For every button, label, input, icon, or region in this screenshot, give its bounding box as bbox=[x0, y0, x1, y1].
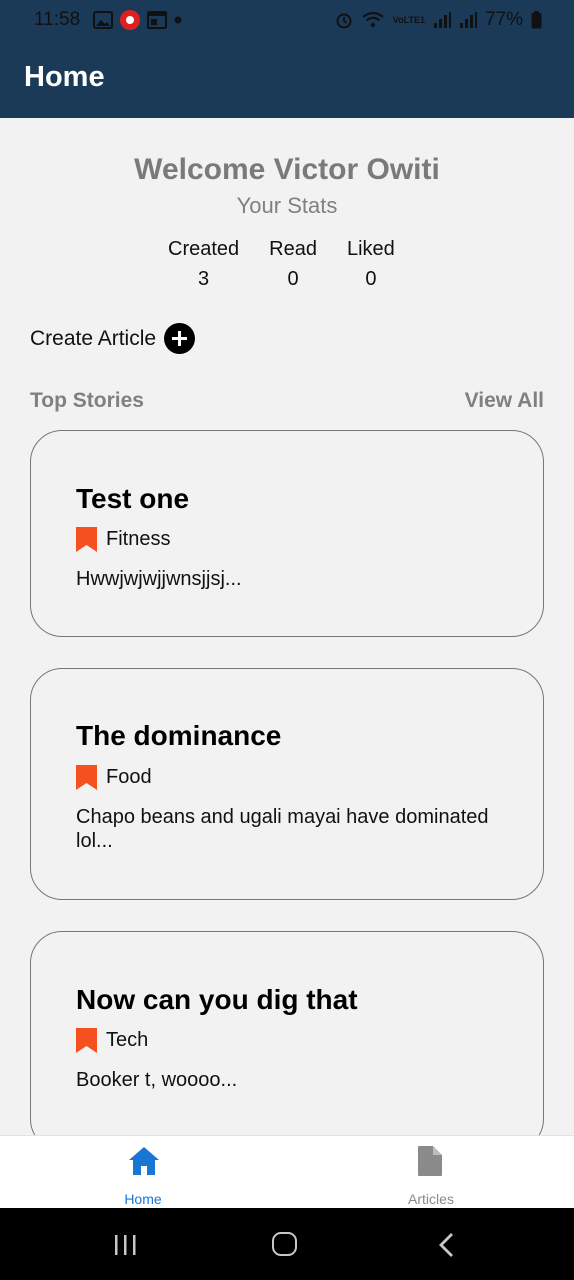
article-card[interactable]: Test one Fitness Hwwjwjwjjwnsjjsj... bbox=[30, 430, 544, 637]
stats-row: Created 3 Read 0 Liked 0 bbox=[168, 238, 395, 291]
back-icon[interactable] bbox=[438, 1232, 456, 1258]
dot-icon bbox=[174, 16, 182, 24]
bookmark-icon bbox=[76, 527, 97, 552]
article-list: Test one Fitness Hwwjwjwjjwnsjjsj... The… bbox=[30, 430, 544, 1135]
status-icons-left bbox=[93, 9, 183, 31]
app-header: 11:58 VoLTE1 77% Home bbox=[0, 0, 574, 118]
network-label: VoLTE1 bbox=[392, 14, 425, 25]
article-excerpt: Hwwjwjwjjwnsjjsj... bbox=[76, 568, 242, 590]
article-title: Test one bbox=[76, 483, 190, 514]
signal-icon bbox=[433, 12, 451, 28]
stat-label: Created bbox=[168, 238, 240, 260]
bottom-navigation: Home Articles bbox=[0, 1135, 574, 1208]
welcome-heading: Welcome Victor Owiti bbox=[134, 153, 440, 186]
article-category: Fitness bbox=[76, 527, 170, 552]
article-title: The dominance bbox=[76, 720, 282, 751]
article-excerpt: Chapo beans and ugali mayai have dominat… bbox=[76, 806, 489, 852]
document-icon bbox=[418, 1146, 442, 1176]
article-card[interactable]: The dominance Food Chapo beans and ugali… bbox=[30, 668, 544, 900]
article-card[interactable]: Now can you dig that Tech Booker t, wooo… bbox=[30, 931, 544, 1135]
wifi-icon bbox=[362, 11, 384, 28]
create-article-label: Create Article bbox=[30, 326, 157, 350]
category-label: Food bbox=[106, 766, 152, 788]
nav-item-articles[interactable]: Articles bbox=[351, 1136, 511, 1209]
stat-value: 0 bbox=[287, 268, 299, 290]
bookmark-icon bbox=[76, 765, 97, 790]
article-category: Food bbox=[76, 765, 152, 790]
recents-icon[interactable] bbox=[113, 1233, 137, 1257]
category-label: Fitness bbox=[106, 528, 171, 550]
status-icons-right: VoLTE1 77% bbox=[335, 9, 542, 31]
view-all-link[interactable]: View All bbox=[465, 389, 544, 413]
stats-title: Your Stats bbox=[236, 193, 338, 218]
category-label: Tech bbox=[106, 1029, 149, 1051]
status-time: 11:58 bbox=[34, 9, 81, 30]
system-navigation-bar bbox=[0, 1208, 574, 1280]
system-home-icon[interactable] bbox=[272, 1232, 297, 1256]
stat-value: 0 bbox=[365, 268, 377, 290]
stat-value: 3 bbox=[198, 268, 210, 290]
alarm-icon bbox=[336, 13, 352, 29]
status-bar: 11:58 VoLTE1 77% bbox=[0, 0, 574, 40]
notification-app-icon bbox=[120, 10, 140, 30]
stat-created: Created 3 bbox=[168, 238, 239, 291]
nav-label-articles: Articles bbox=[408, 1191, 454, 1207]
article-category: Tech bbox=[76, 1028, 148, 1053]
article-title: Now can you dig that bbox=[76, 984, 358, 1015]
stat-liked: Liked 0 bbox=[347, 238, 395, 291]
stat-read: Read 0 bbox=[269, 238, 317, 291]
home-icon bbox=[129, 1147, 159, 1175]
image-icon bbox=[93, 11, 113, 29]
stat-label: Liked bbox=[346, 238, 395, 260]
page-title: Home bbox=[24, 61, 105, 93]
article-excerpt: Booker t, woooo... bbox=[76, 1069, 238, 1091]
nav-label-home: Home bbox=[124, 1191, 162, 1207]
calendar-icon bbox=[147, 11, 167, 29]
battery-percent: 77% bbox=[484, 9, 523, 30]
top-stories-title: Top Stories bbox=[30, 389, 144, 412]
battery-icon bbox=[531, 11, 542, 29]
create-article-button[interactable]: Create Article bbox=[30, 323, 196, 354]
nav-item-home[interactable]: Home bbox=[63, 1136, 223, 1209]
plus-circle-icon[interactable] bbox=[164, 323, 196, 354]
signal-icon-2 bbox=[459, 12, 477, 28]
bookmark-icon bbox=[76, 1028, 97, 1053]
stat-label: Read bbox=[269, 238, 317, 260]
